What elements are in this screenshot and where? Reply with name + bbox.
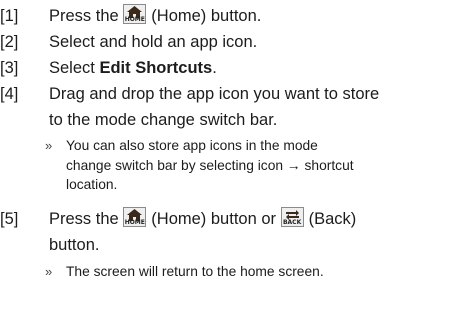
step-number: [4] bbox=[0, 85, 19, 103]
step-number: [2] bbox=[0, 33, 19, 51]
step-number: [3] bbox=[0, 59, 19, 77]
edit-shortcuts-label: Edit Shortcuts bbox=[99, 59, 213, 77]
home-icon: HOME bbox=[123, 4, 147, 24]
step-text: Press the HOME (Home) button or BACK (Ba… bbox=[49, 206, 467, 258]
note-1: » You can also store app icons in the mo… bbox=[45, 138, 354, 193]
step-number: [1] bbox=[0, 7, 19, 25]
step-text: Select and hold an app icon. bbox=[49, 33, 258, 51]
step-text: Press the HOME (Home) button. bbox=[49, 3, 467, 29]
step-text: Drag and drop the app icon you want to s… bbox=[49, 85, 380, 129]
home-icon: HOME bbox=[123, 207, 147, 227]
instruction-document: [1] Press the HOME (Home) button. [2] Se… bbox=[0, 0, 471, 309]
note-2: » The screen will return to the home scr… bbox=[45, 262, 467, 282]
note-marker: » bbox=[45, 264, 53, 279]
step-text: Select Edit Shortcuts. bbox=[49, 59, 217, 77]
back-arrow-icon: BACK bbox=[280, 207, 304, 227]
note-marker: » bbox=[45, 138, 53, 153]
step-number: [5] bbox=[0, 210, 19, 228]
